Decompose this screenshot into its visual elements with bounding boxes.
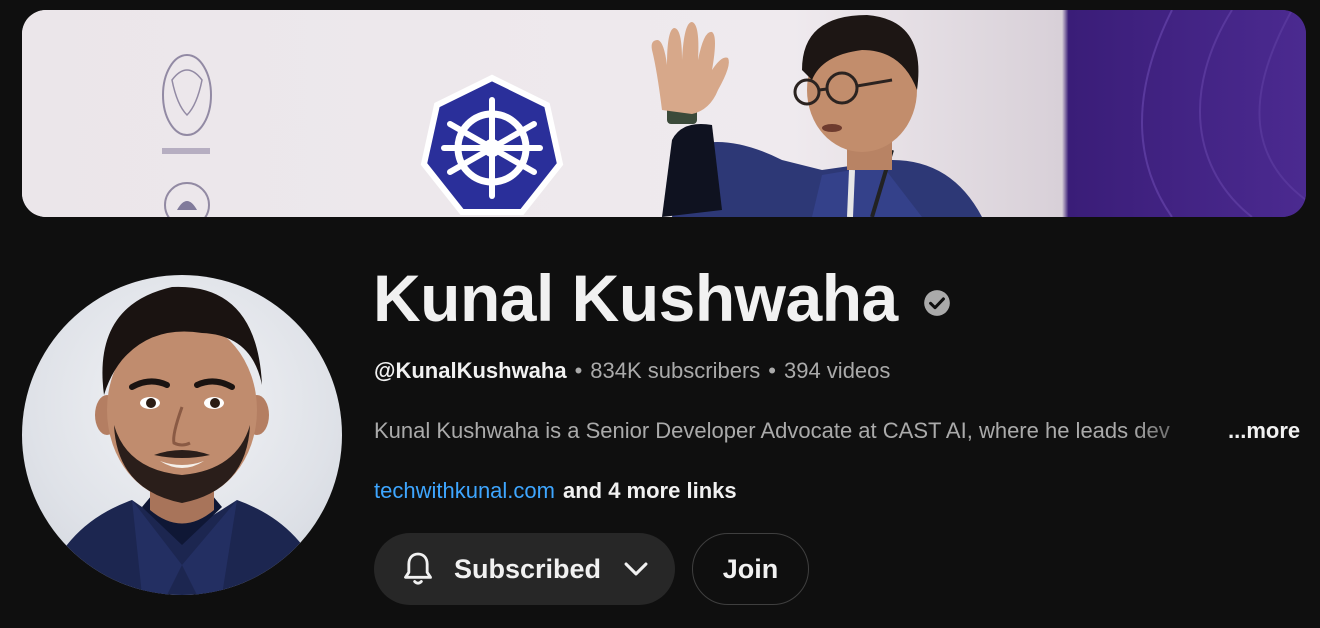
channel-links: techwithkunal.com and 4 more links [374,477,737,505]
channel-meta: @KunalKushwaha • 834K subscribers • 394 vide… [374,357,890,385]
subscribed-label: Subscribed [454,553,602,584]
video-count: 394 videos [783,358,891,383]
meta-separator: • [768,358,776,383]
channel-name: Kunal Kushwaha [373,261,898,335]
subscriber-count: 834K subscribers [590,358,761,383]
kubernetes-logo-icon [420,74,564,215]
channel-handle: @KunalKushwaha [374,358,567,383]
bell-icon [404,552,432,585]
more-links-link[interactable]: and 4 more links [563,478,737,503]
subscribed-button[interactable]: Subscribed [374,533,675,605]
channel-avatar[interactable] [22,275,342,595]
channel-description[interactable]: Kunal Kushwaha is a Senior Developer Adv… [374,417,1234,447]
website-link[interactable]: techwithkunal.com [374,478,555,503]
description-more-link[interactable]: ...more [1228,417,1300,445]
chevron-down-icon [624,562,648,576]
channel-banner [22,10,1306,217]
meta-separator: • [574,358,583,383]
verified-check-icon [924,290,950,316]
join-button[interactable]: Join [692,533,809,605]
channel-header: Kunal Kushwaha @KunalKushwaha • 834K subsc… [0,0,1320,628]
